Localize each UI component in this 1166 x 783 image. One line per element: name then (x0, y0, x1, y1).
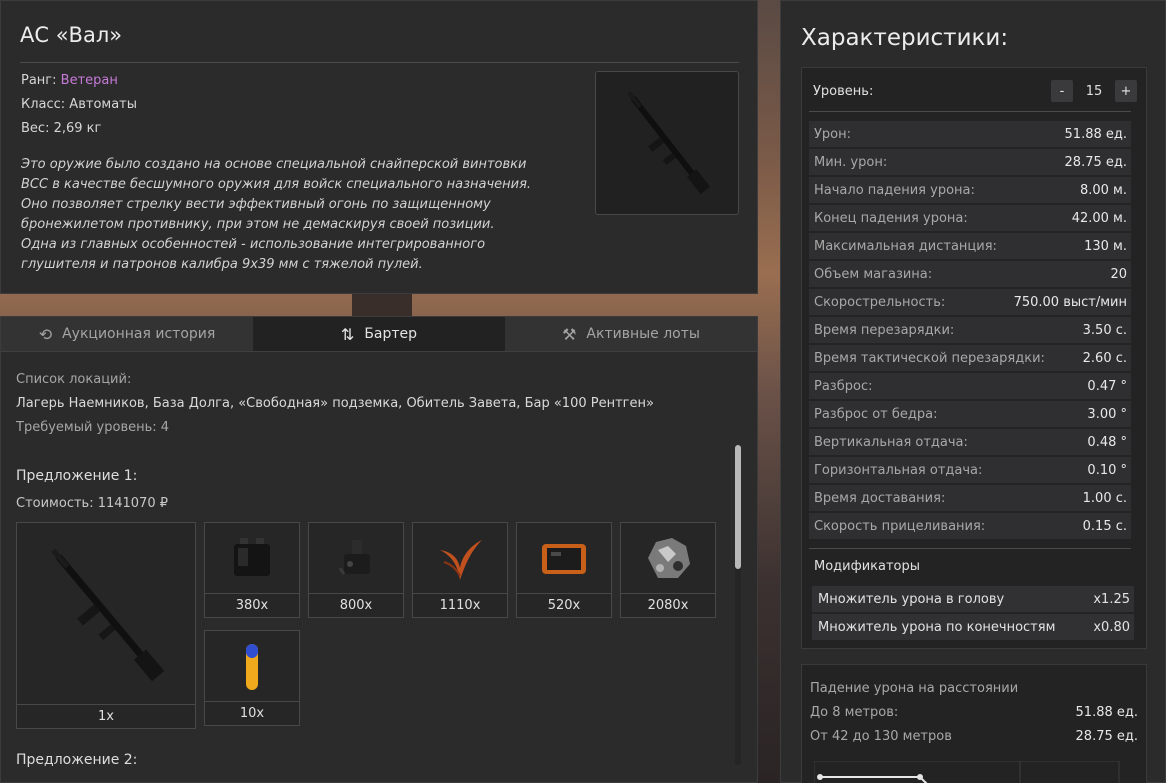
battery-icon (234, 538, 270, 576)
stat-row: Конец падения урона: 42.00 м. (809, 205, 1131, 231)
scrollbar[interactable] (735, 445, 741, 765)
falloff-chart (814, 761, 1120, 783)
stats-title: Характеристики: (801, 25, 1009, 51)
fern-icon (440, 540, 482, 580)
stat-row: Урон: 51.88 ед. (809, 121, 1131, 147)
tab-auction-history[interactable]: ⟲ Аукционная история (1, 317, 253, 352)
divider (809, 111, 1131, 112)
modifier-row: Множитель урона по конечностям x0.80 (812, 614, 1134, 640)
item-class: Класс: Автоматы (21, 97, 138, 112)
offer-1-cost: Стоимость: 1141070 ₽ (16, 496, 169, 511)
tab-bar: ⟲ Аукционная история ⇅ Бартер ⚒ Активные… (1, 317, 757, 352)
damage-falloff-box: Падение урона на расстоянии До 8 метров:… (801, 664, 1147, 783)
modifier-row: Множитель урона в голову x1.25 (812, 586, 1134, 612)
stat-row: Разброс от бедра: 3.00 ° (809, 401, 1131, 427)
item-weight: Вес: 2,69 кг (21, 121, 102, 136)
barter-item-qty: 2080x (621, 593, 715, 617)
barter-item-cell[interactable]: 1110x (412, 522, 508, 618)
stat-row: Время доставания: 1.00 с. (809, 485, 1131, 511)
falloff-title: Падение урона на расстоянии (810, 681, 1019, 696)
level-plus-button[interactable]: + (1115, 80, 1137, 102)
item-info-panel: АС «Вал» Ранг: Ветеран Класс: Автоматы В… (0, 0, 758, 294)
falloff-row: От 42 до 130 метров 28.75 ед. (810, 729, 1138, 744)
locations-list: Лагерь Наемников, База Долга, «Свободная… (16, 396, 654, 411)
tab-active-lots[interactable]: ⚒ Активные лоты (505, 317, 757, 352)
offer-1-title: Предложение 1: (16, 468, 138, 484)
level-stepper: - 15 + (1051, 80, 1137, 102)
vial-icon (246, 644, 258, 690)
level-label: Уровень: (813, 83, 874, 99)
divider (20, 62, 739, 63)
barter-item-qty: 800x (309, 593, 403, 617)
locations-label: Список локаций: (16, 372, 132, 387)
stat-row: Скорострельность: 750.00 выст/мин (809, 289, 1131, 315)
swap-arrows-icon: ⇅ (340, 324, 355, 344)
ore-icon (648, 538, 690, 578)
history-icon: ⟲ (38, 324, 53, 344)
required-level: Требуемый уровень: 4 (16, 420, 170, 435)
gavel-icon: ⚒ (562, 324, 577, 344)
barter-item-cell[interactable]: 800x (308, 522, 404, 618)
level-row: Уровень: - 15 + (813, 78, 1137, 104)
stat-row: Мин. урон: 28.75 ед. (809, 149, 1131, 175)
level-value: 15 (1085, 83, 1103, 99)
barter-item-qty: 1110x (413, 593, 507, 617)
item-rank: Ранг: Ветеран (21, 73, 118, 88)
offer-weapon-qty: 1x (17, 704, 195, 728)
divider (809, 548, 1131, 549)
stat-row: Объем магазина: 20 (809, 261, 1131, 287)
stat-row: Максимальная дистанция: 130 м. (809, 233, 1131, 259)
barter-panel: ⟲ Аукционная история ⇅ Бартер ⚒ Активные… (0, 316, 758, 783)
rifle-icon (627, 91, 711, 195)
item-description: Это оружие было создано на основе специа… (21, 157, 532, 272)
barter-item-cell[interactable]: 380x (204, 522, 300, 618)
stat-row: Разброс: 0.47 ° (809, 373, 1131, 399)
modifiers-title: Модификаторы (814, 559, 921, 574)
offer-weapon-cell[interactable]: 1x (16, 522, 196, 729)
tablet-icon (542, 544, 586, 574)
scrollbar-thumb[interactable] (735, 445, 741, 569)
barter-item-cell[interactable]: 2080x (620, 522, 716, 618)
item-thumbnail (595, 71, 739, 215)
barter-item-qty: 10x (205, 701, 299, 725)
rank-value: Ветеран (60, 73, 118, 88)
barter-item-cell[interactable]: 10x (204, 630, 300, 726)
stats-box: Уровень: - 15 + Урон: 51.88 ед. Мин. урон… (801, 67, 1147, 649)
stat-row: Горизонтальная отдача: 0.10 ° (809, 457, 1131, 483)
stats-panel: Характеристики: Уровень: - 15 + Урон: 51.… (780, 0, 1166, 783)
offer-2-title: Предложение 2: (16, 752, 138, 768)
device-icon (338, 540, 370, 575)
tab-barter[interactable]: ⇅ Бартер (253, 317, 505, 352)
item-title: АС «Вал» (20, 23, 123, 47)
stat-row: Начало падения урона: 8.00 м. (809, 177, 1131, 203)
level-minus-button[interactable]: - (1051, 80, 1073, 102)
stat-row: Время тактической перезарядки: 2.60 с. (809, 345, 1131, 371)
barter-item-qty: 380x (205, 593, 299, 617)
stat-row: Вертикальная отдача: 0.48 ° (809, 429, 1131, 455)
falloff-row: До 8 метров: 51.88 ед. (810, 705, 1138, 720)
rifle-icon (51, 548, 165, 682)
barter-item-qty: 520x (517, 593, 611, 617)
stat-row: Скорость прицеливания: 0.15 с. (809, 513, 1131, 539)
stat-row: Время перезарядки: 3.50 с. (809, 317, 1131, 343)
barter-item-cell[interactable]: 520x (516, 522, 612, 618)
